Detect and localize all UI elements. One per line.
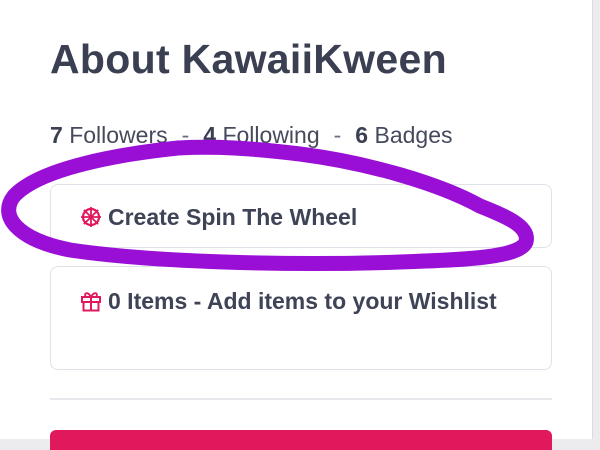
badges-label: Badges xyxy=(374,122,453,148)
profile-stats: 7 Followers -4 Following -6 Badges xyxy=(50,122,453,149)
following-stat[interactable]: 4 Following xyxy=(203,122,319,148)
following-count: 4 xyxy=(203,122,217,148)
page-title: About KawaiiKween xyxy=(50,36,447,82)
about-card: About KawaiiKween 7 Followers -4 Followin… xyxy=(0,0,593,450)
spin-wheel-label: Create Spin The Wheel xyxy=(108,204,358,230)
wishlist-label: 0 Items - Add items to your Wishlist xyxy=(108,288,497,314)
primary-action-button[interactable] xyxy=(50,430,552,450)
create-spin-wheel-button[interactable]: Create Spin The Wheel xyxy=(50,184,552,248)
badges-count: 6 xyxy=(355,122,369,148)
wishlist-button[interactable]: 0 Items - Add items to your Wishlist xyxy=(50,266,552,370)
gift-icon xyxy=(80,286,102,322)
stats-separator: - xyxy=(181,122,190,148)
followers-stat[interactable]: 7 Followers xyxy=(50,122,168,148)
followers-label: Followers xyxy=(69,122,168,148)
badges-stat[interactable]: 6 Badges xyxy=(355,122,452,148)
section-divider xyxy=(50,398,552,400)
stats-separator: - xyxy=(333,122,342,148)
wheel-icon xyxy=(80,202,102,238)
followers-count: 7 xyxy=(50,122,63,148)
following-label: Following xyxy=(222,122,320,148)
